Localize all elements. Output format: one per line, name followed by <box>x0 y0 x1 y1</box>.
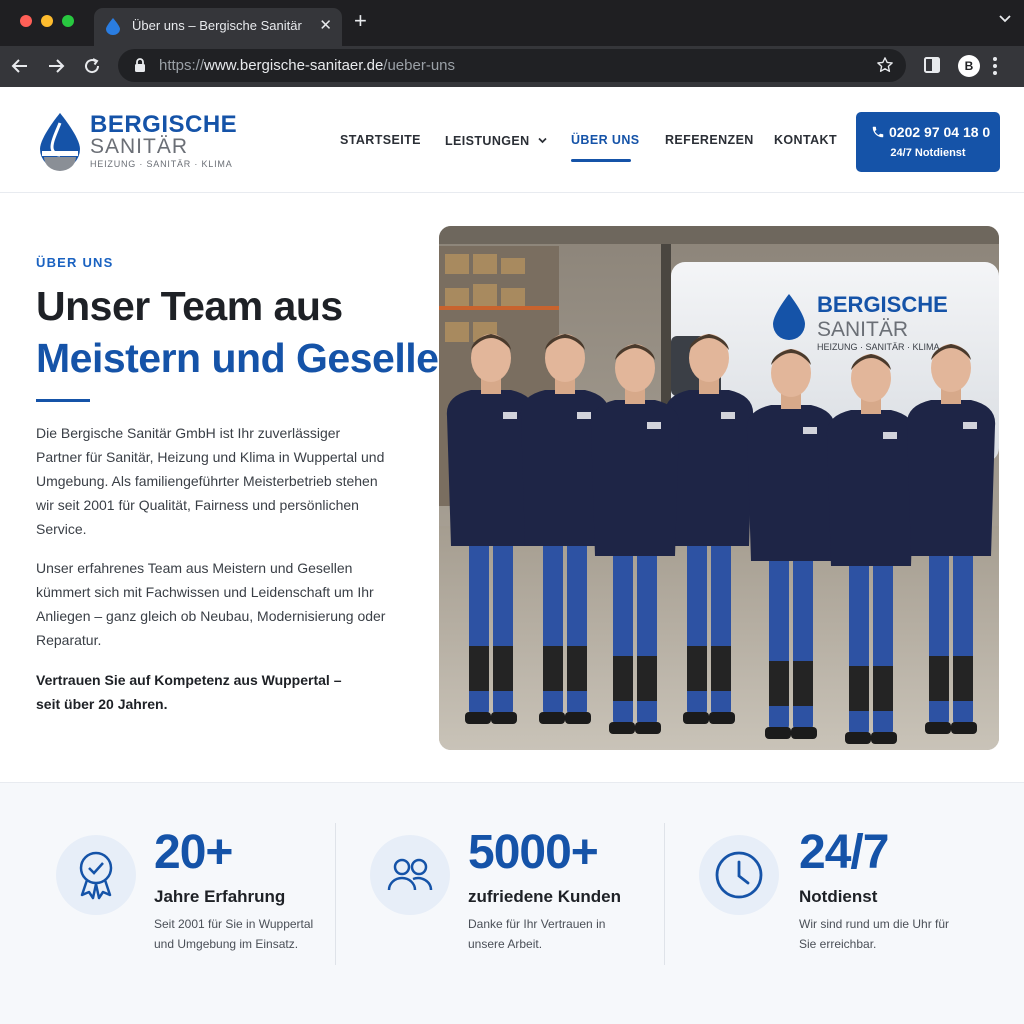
van-brand-line2: SANITÄR <box>817 318 908 341</box>
browser-menu-icon[interactable] <box>992 56 998 81</box>
maximize-window-button[interactable] <box>62 15 74 27</box>
logo-tagline: HEIZUNG · SANITÄR · KLIMA <box>90 159 233 169</box>
section-eyebrow: ÜBER UNS <box>36 255 114 270</box>
stats-band: 20+ Jahre Erfahrung Seit 2001 für Sie in… <box>0 782 1024 1024</box>
browser-tab-active[interactable]: Über uns – Bergische Sanitär ✕ <box>94 8 342 46</box>
close-window-button[interactable] <box>20 15 32 27</box>
nav-item-referenzen[interactable]: REFERENZEN <box>665 133 754 147</box>
web-page: BERGISCHE SANITÄR HEIZUNG · SANITÄR · KL… <box>0 87 1024 1024</box>
phone-icon <box>871 125 885 142</box>
favicon-drop-icon <box>106 18 120 40</box>
stat-value: 20+ <box>154 826 233 879</box>
users-icon <box>370 835 450 915</box>
nav-item-label: LEISTUNGEN <box>445 134 530 148</box>
nav-item-startseite[interactable]: STARTSEITE <box>340 133 421 147</box>
page-title-line2: Meistern und Gesellen <box>36 335 463 381</box>
stat-description: Wir sind rund um die Uhr für Sie erreich… <box>799 917 950 951</box>
site-header: BERGISCHE SANITÄR HEIZUNG · SANITÄR · KL… <box>0 87 1024 193</box>
tab-title: Über uns – Bergische Sanitär <box>132 18 302 33</box>
url-text: https://www.bergische-sanitaer.de/ueber-… <box>159 57 456 74</box>
cta-phone-number: 0202 97 04 18 0 <box>889 124 991 140</box>
tab-close-icon[interactable]: ✕ <box>319 16 332 34</box>
award-icon <box>56 835 136 915</box>
chevron-down-icon <box>538 133 548 147</box>
stat-label: zufriedene Kunden <box>468 887 622 906</box>
nav-item-leistungen[interactable]: LEISTUNGEN <box>445 133 548 148</box>
nav-active-indicator <box>571 159 631 162</box>
browser-toolbar: https://www.bergische-sanitaer.de/ueber-… <box>0 46 1024 87</box>
cta-phone-row: 0202 97 04 18 0 <box>871 124 990 142</box>
call-emergency-button[interactable]: 0202 97 04 18 0 24/7 Notdienst <box>856 112 1000 172</box>
bookmark-star-icon[interactable] <box>876 56 894 79</box>
address-bar[interactable]: https://www.bergische-sanitaer.de/ueber-… <box>118 49 906 82</box>
profile-avatar[interactable]: B <box>958 55 980 77</box>
logo-name-line2: SANITÄR <box>90 135 189 158</box>
stat-divider <box>335 823 336 965</box>
page-title-line1: Unser Team aus <box>36 283 343 329</box>
stat-label: Notdienst <box>799 887 878 906</box>
cta-subtitle: 24/7 Notdienst <box>890 147 966 159</box>
chevron-down-icon[interactable] <box>998 12 1012 31</box>
team-photo: BERGISCHE SANITÄR HEIZUNG · SANITÄR · KL… <box>439 226 999 750</box>
minimize-window-button[interactable] <box>41 15 53 27</box>
forward-arrow-icon[interactable] <box>45 55 67 77</box>
clock-icon <box>699 835 779 915</box>
stat-description: Danke für Ihr Vertrauen in unsere Arbeit… <box>468 917 606 951</box>
van-brand-line1: BERGISCHE <box>817 292 948 317</box>
stat-value: 24/7 <box>799 826 889 879</box>
reload-icon[interactable] <box>81 55 103 77</box>
stat-value: 5000+ <box>468 826 599 879</box>
trust-statement: Vertrauen Sie auf Kompetenz aus Wupperta… <box>36 672 342 712</box>
nav-item-kontakt[interactable]: KONTAKT <box>774 133 837 147</box>
logo-drop-icon <box>38 111 82 176</box>
stat-divider <box>664 823 665 965</box>
team-paragraph: Unser erfahrenes Team aus Meistern und G… <box>36 560 386 648</box>
lock-icon <box>134 58 146 77</box>
stat-description: Seit 2001 für Sie in Wuppertal und Umgeb… <box>154 917 314 951</box>
intro-paragraph: Die Bergische Sanitär GmbH ist Ihr zuver… <box>36 425 385 537</box>
heading-accent-rule <box>36 399 90 402</box>
van-tagline: HEIZUNG · SANITÄR · KLIMA <box>817 342 940 352</box>
browser-tab-strip: Über uns – Bergische Sanitär ✕ + <box>0 0 1024 46</box>
back-arrow-icon[interactable] <box>9 55 31 77</box>
nav-item-ueber-uns[interactable]: ÜBER UNS <box>571 133 639 147</box>
side-panel-icon[interactable] <box>922 55 942 80</box>
stat-label: Jahre Erfahrung <box>154 887 286 906</box>
new-tab-button[interactable]: + <box>354 10 367 32</box>
